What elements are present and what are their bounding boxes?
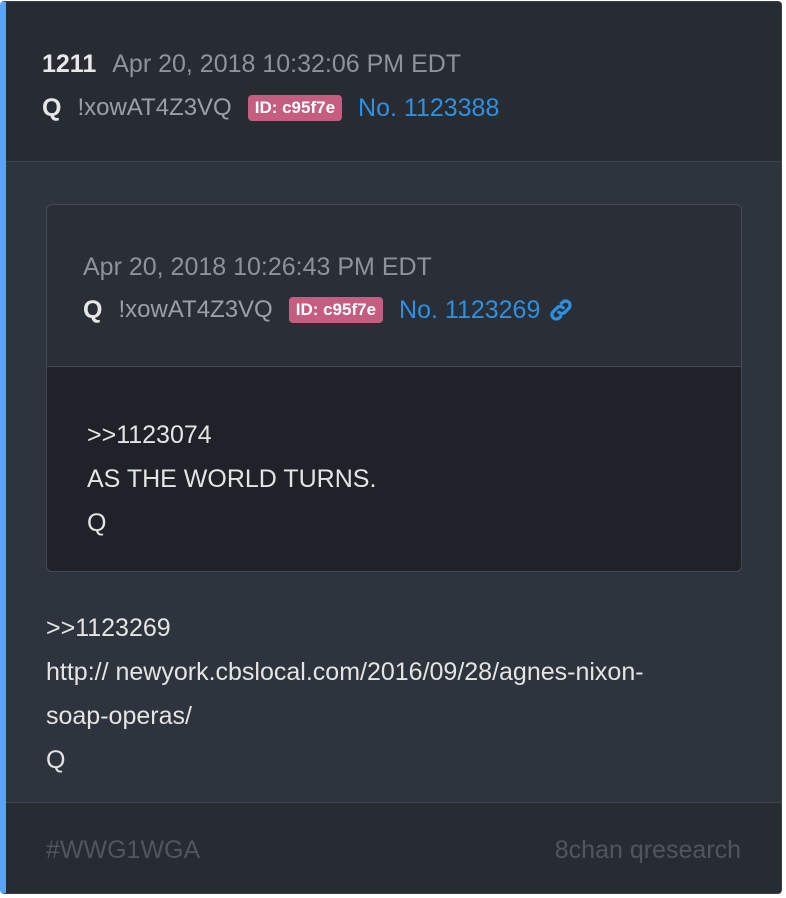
post-body: >>1123269 http:// newyork.cbslocal.com/2… [46, 606, 736, 782]
body-signature: Q [46, 746, 66, 774]
quoted-post-number-link[interactable]: No. 1123269 [399, 296, 540, 325]
quoted-post: Apr 20, 2018 10:26:43 PM EDT Q !xowAT4Z3… [46, 204, 742, 572]
quoted-author-name: Q [83, 295, 103, 324]
post-timestamp: Apr 20, 2018 10:32:06 PM EDT [112, 49, 462, 78]
quoted-author-tripcode: !xowAT4Z3VQ [118, 296, 273, 323]
post-number: 1211 [42, 49, 97, 78]
quoted-meta-row: Apr 20, 2018 10:26:43 PM EDT [83, 250, 432, 284]
id-badge: ID: c95f7e [247, 95, 343, 121]
post-header: 1211 Apr 20, 2018 10:32:06 PM EDT Q !xow… [6, 2, 781, 162]
quoted-post-header: Apr 20, 2018 10:26:43 PM EDT Q !xowAT4Z3… [47, 205, 741, 367]
source-label: 8chan qresearch [554, 836, 741, 864]
quoted-id-badge: ID: c95f7e [288, 297, 384, 323]
reply-ref[interactable]: >>1123269 [46, 606, 736, 650]
author-name: Q [42, 93, 62, 122]
quoted-reply-ref[interactable]: >>1123074 [87, 413, 376, 457]
post-meta-row: 1211 Apr 20, 2018 10:32:06 PM EDT [42, 47, 461, 81]
body-url-line-2[interactable]: soap-operas/ [46, 694, 736, 738]
quoted-post-body: >>1123074 AS THE WORLD TURNS. Q [47, 367, 741, 571]
quoted-text-line: AS THE WORLD TURNS. [87, 465, 377, 493]
quoted-signature: Q [87, 509, 107, 537]
quoted-timestamp: Apr 20, 2018 10:26:43 PM EDT [83, 252, 432, 281]
quoted-author-row: Q !xowAT4Z3VQ ID: c95f7e No. 1123269 [83, 293, 574, 327]
post-number-link[interactable]: No. 1123388 [358, 94, 499, 123]
post-footer: #WWG1WGA 8chan qresearch [6, 802, 781, 893]
body-url-line-1[interactable]: http:// newyork.cbslocal.com/2016/09/28/… [46, 650, 736, 694]
hashtag: #WWG1WGA [46, 836, 201, 864]
post-card: 1211 Apr 20, 2018 10:32:06 PM EDT Q !xow… [0, 1, 782, 894]
author-tripcode: !xowAT4Z3VQ [77, 94, 232, 121]
link-icon[interactable] [548, 297, 574, 323]
post-author-row: Q !xowAT4Z3VQ ID: c95f7e No. 1123388 [42, 91, 499, 125]
